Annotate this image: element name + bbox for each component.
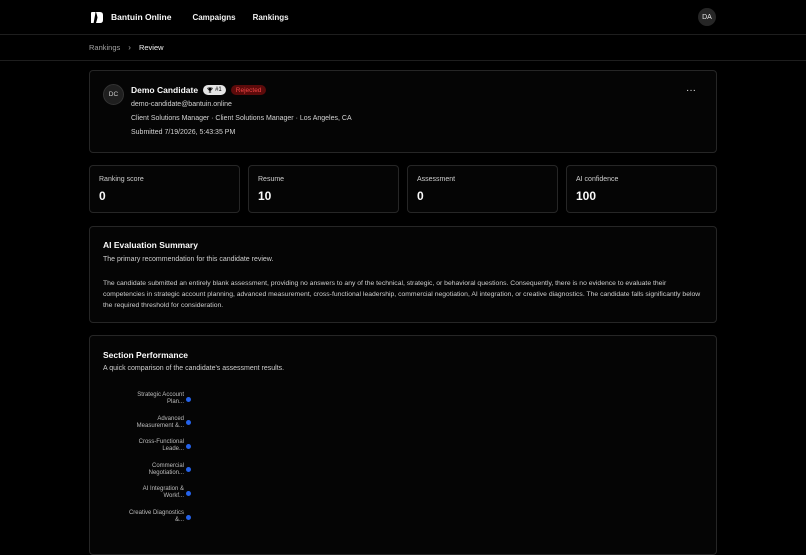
top-navigation-bar: Bantuin Online Campaigns Rankings DA — [0, 0, 806, 35]
chart-category-label: Strategic Account Plan... — [104, 392, 184, 406]
chart-category-label: Advanced Measurement &... — [104, 416, 184, 430]
chart-category-label-line: Workf... — [163, 493, 184, 500]
chart-category-row: Advanced Measurement &... — [90, 415, 200, 431]
ai-evaluation-summary-card: AI Evaluation Summary The primary recomm… — [89, 226, 717, 323]
chart-category-label: Creative Diagnostics &... — [104, 510, 184, 524]
breadcrumb: Rankings › Review — [0, 35, 806, 61]
candidate-avatar: DC — [103, 84, 124, 105]
chart-category-label-line: Plan... — [166, 399, 184, 405]
status-badge: Rejected — [230, 85, 267, 95]
chart-category-row: Creative Diagnostics &... — [90, 509, 200, 525]
breadcrumb-current: Review — [138, 43, 164, 52]
brand-logo-icon[interactable] — [90, 11, 105, 24]
rank-badge: #1 — [203, 85, 226, 95]
candidate-role-location: Client Solutions Manager · Client Soluti… — [131, 115, 352, 122]
stat-label: Assessment — [417, 176, 456, 183]
chart-category-row: Cross-Functional Leade... — [90, 438, 200, 454]
main-nav: Campaigns Rankings — [192, 13, 288, 22]
chart-bar — [186, 420, 191, 426]
candidate-name-row: Demo Candidate #1 Rejected — [131, 85, 267, 95]
section-performance-card: Section Performance A quick comparison o… — [89, 335, 717, 555]
chart-category-label-line: &... — [174, 517, 184, 523]
chart-category-row: AI Integration & Workf... — [90, 485, 200, 501]
stat-value: 0 — [99, 189, 106, 203]
stat-card-ai-confidence: AI confidence 100 — [566, 165, 717, 213]
nav-link-rankings[interactable]: Rankings — [253, 13, 289, 22]
stat-card-assessment: Assessment 0 — [407, 165, 558, 213]
chart-bar — [186, 490, 191, 496]
stat-card-resume: Resume 10 — [248, 165, 399, 213]
rank-value: #1 — [215, 87, 222, 93]
candidate-name: Demo Candidate — [131, 85, 199, 95]
chart-category-label-line: Cross-Functional — [138, 439, 184, 446]
candidate-card: DC Demo Candidate #1 Rejected demo-candi… — [89, 70, 717, 153]
performance-subtitle: A quick comparison of the candidate's as… — [103, 365, 285, 372]
chart-bar — [186, 514, 191, 520]
chart-bar — [186, 443, 191, 449]
summary-body: The candidate submitted an entirely blan… — [103, 280, 701, 309]
chart-category-label-line: Measurement &... — [136, 422, 184, 429]
breadcrumb-rankings-link[interactable]: Rankings — [89, 43, 120, 52]
chart-category-label-line: Leade... — [162, 446, 184, 453]
summary-title: AI Evaluation Summary — [103, 240, 198, 250]
chevron-right-icon: › — [128, 43, 131, 52]
brand-name[interactable]: Bantuin Online — [111, 12, 171, 22]
chart-category-label: Cross-Functional Leade... — [104, 439, 184, 453]
chart-category-label: Commercial Negotiation... — [104, 463, 184, 477]
chart-category-label-line: Commercial — [151, 462, 184, 469]
candidate-email: demo-candidate@bantuin.online — [131, 101, 232, 108]
chart-category-label-line: Creative Diagnostics — [128, 510, 184, 516]
stat-value: 10 — [258, 189, 272, 203]
stat-value: 100 — [576, 189, 597, 203]
chart-category-label-line: AI Integration & — [142, 486, 184, 493]
chart-category-label: AI Integration & Workf... — [104, 486, 184, 500]
stat-label: AI confidence — [576, 176, 619, 183]
user-avatar[interactable]: DA — [698, 8, 716, 26]
nav-link-campaigns[interactable]: Campaigns — [192, 13, 235, 22]
stat-label: Ranking score — [99, 176, 144, 183]
chart-category-row: Strategic Account Plan... — [90, 391, 200, 407]
chart-category-label-line: Strategic Account — [137, 392, 184, 398]
candidate-submitted-time: Submitted 7/19/2026, 5:43:35 PM — [131, 129, 236, 136]
summary-subtitle: The primary recommendation for this cand… — [103, 256, 274, 263]
chart-category-row: Commercial Negotiation... — [90, 462, 200, 478]
stat-label: Resume — [258, 176, 285, 183]
trophy-icon — [207, 87, 213, 93]
stat-card-ranking-score: Ranking score 0 — [89, 165, 240, 213]
performance-title: Section Performance — [103, 350, 189, 360]
stat-value: 0 — [417, 189, 424, 203]
chart-bar — [186, 396, 191, 402]
chart-category-label-line: Advanced — [157, 415, 184, 422]
chart-category-label-line: Negotiation... — [148, 469, 184, 476]
more-options-icon[interactable]: ··· — [686, 85, 696, 96]
chart-bar — [186, 467, 191, 473]
